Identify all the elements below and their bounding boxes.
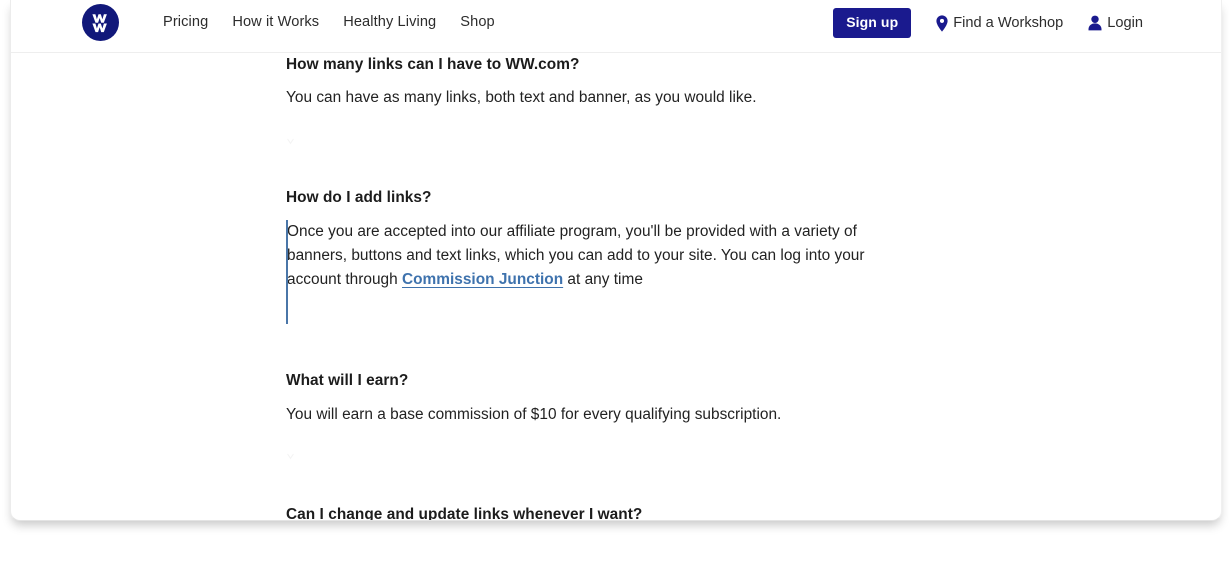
faq-answer-1: You can have as many links, both text an… (286, 86, 757, 110)
faq-answer-3-text: You will earn a base commission of $10 f… (286, 406, 782, 423)
find-a-workshop-link[interactable]: Find a Workshop (936, 14, 1063, 32)
faq-answer-2-part2: at any time (563, 271, 643, 288)
faq-question-2[interactable]: How do I add links? (286, 188, 431, 208)
main-nav: Pricing How it Works Healthy Living Shop (163, 13, 495, 31)
faq-question-1[interactable]: How many links can I have to WW.com? (286, 55, 579, 75)
faq-question-3[interactable]: What will I earn? (286, 371, 408, 391)
nav-item-pricing[interactable]: Pricing (163, 13, 208, 31)
site-header: Pricing How it Works Healthy Living Shop… (11, 0, 1221, 53)
sign-up-button[interactable]: Sign up (833, 8, 912, 38)
login-link[interactable]: Login (1088, 14, 1143, 32)
faq-separator-1 (287, 138, 294, 145)
faq-answer-2-text: Once you are accepted into our affiliate… (287, 220, 912, 292)
focus-indicator-bar (286, 220, 288, 324)
page-card: Pricing How it Works Healthy Living Shop… (10, 0, 1222, 521)
faq-separator-2 (287, 453, 294, 460)
faq-question-3-text: What will I earn? (286, 372, 409, 389)
header-actions: Sign up Find a Workshop Login (833, 8, 1143, 38)
faq-question-4[interactable]: Can I change and update links whenever I… (286, 505, 643, 521)
nav-item-shop[interactable]: Shop (460, 13, 494, 31)
find-a-workshop-label: Find a Workshop (953, 15, 1064, 31)
login-label: Login (1107, 15, 1143, 31)
commission-junction-link[interactable]: Commission Junction (402, 271, 563, 288)
faq-question-4-text: Can I change and update links whenever I… (286, 506, 643, 521)
faq-question-1-text: How many links can I have to WW.com? (286, 56, 580, 73)
nav-item-healthy-living[interactable]: Healthy Living (343, 13, 436, 31)
nav-item-how-it-works[interactable]: How it Works (232, 13, 319, 31)
ww-logo[interactable] (82, 4, 119, 41)
faq-answer-1-text: You can have as many links, both text an… (286, 89, 757, 106)
user-icon (1088, 15, 1102, 31)
faq-answer-3: You will earn a base commission of $10 f… (286, 403, 781, 427)
faq-answer-2: Once you are accepted into our affiliate… (286, 220, 912, 324)
faq-question-2-text: How do I add links? (286, 189, 432, 206)
map-pin-icon (936, 14, 948, 32)
